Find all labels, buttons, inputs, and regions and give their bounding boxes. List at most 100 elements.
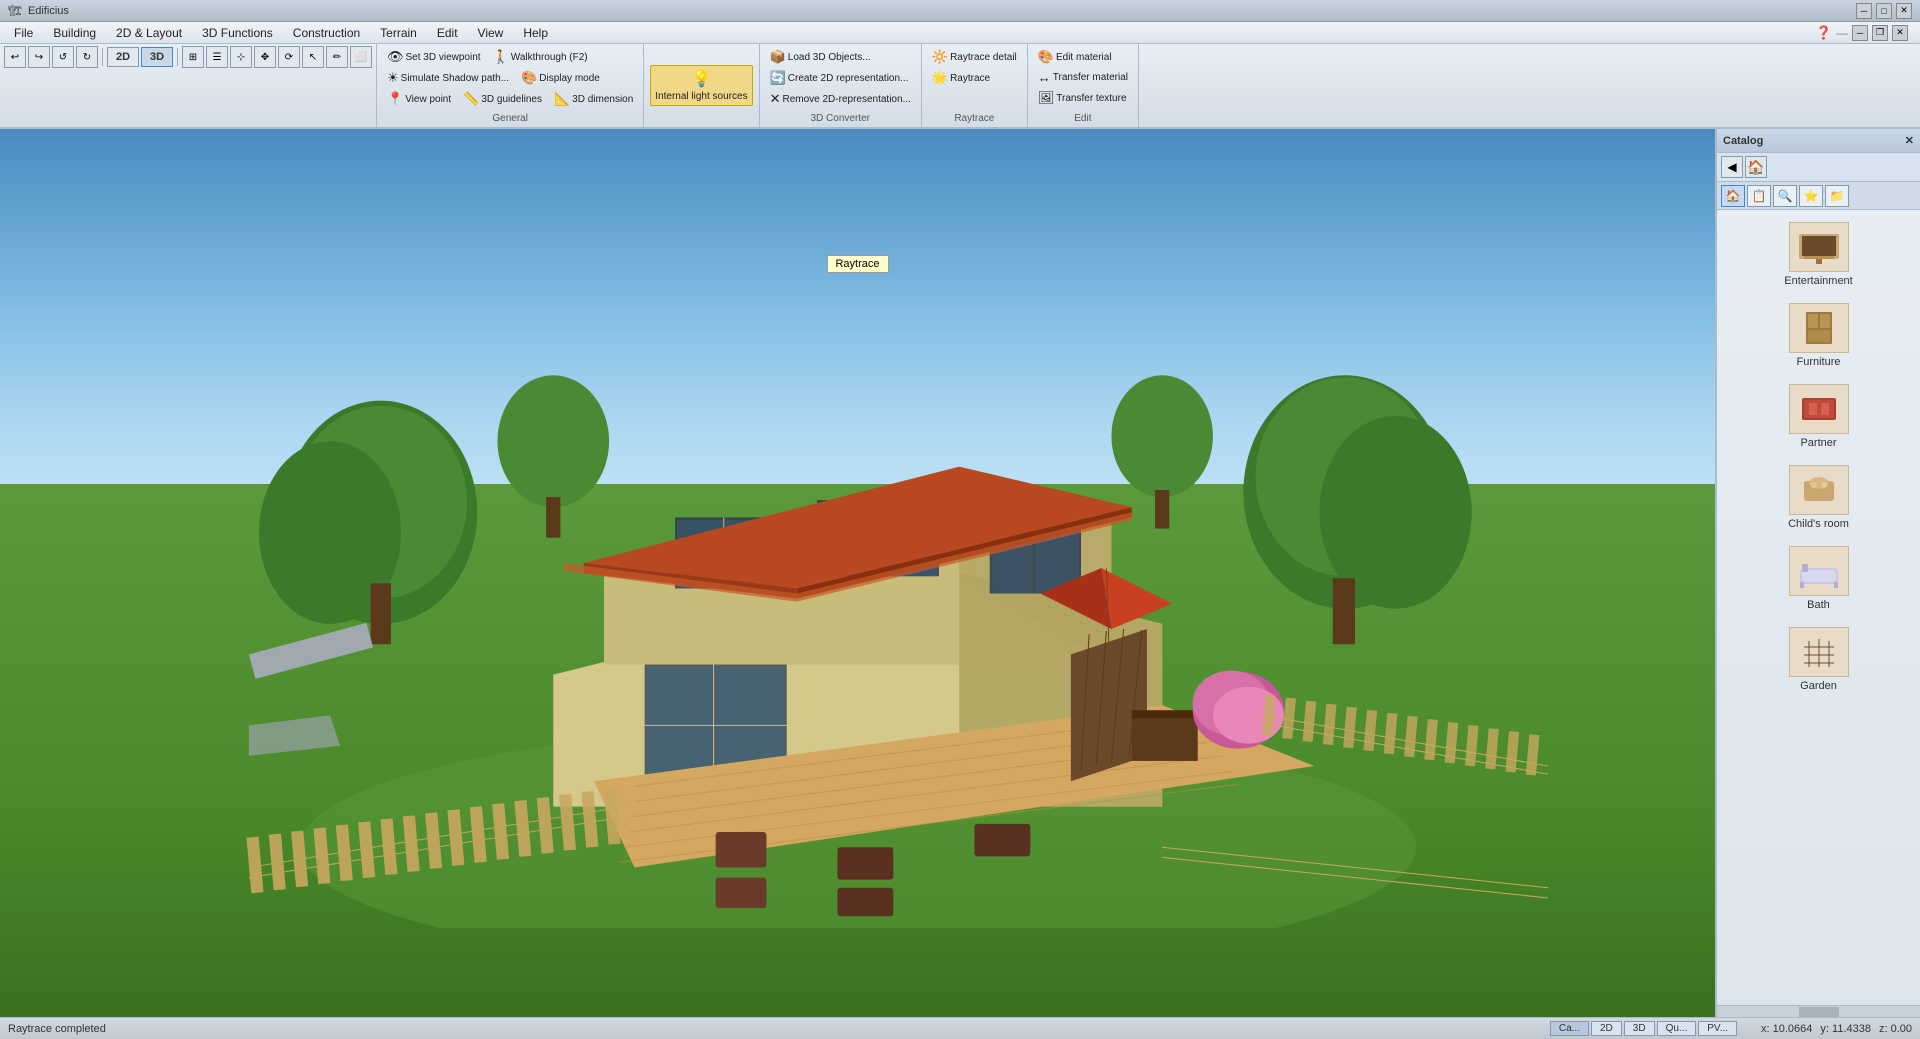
catalog-scrollbar[interactable] [1717, 1005, 1920, 1017]
general-section-title: General [383, 112, 637, 124]
catalog-tab-0[interactable]: 🏠 [1721, 185, 1745, 207]
edit-section-title: Edit [1034, 112, 1132, 124]
menu-terrain[interactable]: Terrain [370, 22, 427, 44]
remove-2d-repr-btn[interactable]: ✕ Remove 2D-representation... [766, 89, 915, 109]
list-view-btn[interactable]: ☰ [206, 46, 228, 68]
catalog-tab-1[interactable]: 📋 [1747, 185, 1771, 207]
menu-separator: — [1836, 26, 1848, 40]
tab-qu[interactable]: Qu... [1657, 1021, 1697, 1036]
viewpoint-icon: 👁 [387, 49, 404, 65]
undo-button[interactable]: ↺ [52, 46, 74, 68]
catalog-back-btn[interactable]: ◀ [1721, 156, 1743, 178]
set-3d-viewpoint-btn[interactable]: 👁 Set 3D viewpoint [383, 47, 485, 67]
pencil-btn[interactable]: ✏ [326, 46, 348, 68]
raytrace-detail-btn[interactable]: 🔆 Raytrace detail [928, 47, 1021, 67]
toolbar-raytrace: 🔆 Raytrace detail 🌟 Raytrace Raytrace [922, 44, 1028, 127]
select-btn[interactable]: ⊹ [230, 46, 252, 68]
menu-view[interactable]: View [468, 22, 514, 44]
eraser-btn[interactable]: ⬜ [350, 46, 372, 68]
menu-help[interactable]: Help [513, 22, 558, 44]
tab-3d[interactable]: 3D [1624, 1021, 1655, 1036]
maximize-button[interactable]: □ [1876, 3, 1892, 19]
create-2d-icon: 🔄 [770, 70, 786, 86]
dimension-icon: 📐 [554, 91, 570, 107]
remove-2d-icon: ✕ [770, 91, 781, 107]
rotate-btn[interactable]: ⟳ [278, 46, 300, 68]
bath-icon [1789, 546, 1849, 596]
load-3d-icon: 📦 [770, 49, 786, 65]
2d-toggle[interactable]: 2D [107, 47, 139, 67]
3d-dimension-btn[interactable]: 📐 3D dimension [550, 89, 637, 109]
menu-construction[interactable]: Construction [283, 22, 370, 44]
move-btn[interactable]: ✥ [254, 46, 276, 68]
furniture-icon [1789, 303, 1849, 353]
win-restore[interactable]: ❐ [1872, 25, 1888, 41]
partner-icon [1789, 384, 1849, 434]
menu-file[interactable]: File [4, 22, 43, 44]
vp-icon: 📍 [387, 91, 403, 107]
back-button[interactable]: ↩ [4, 46, 26, 68]
transfer-texture-btn[interactable]: 🖼 Transfer texture [1034, 88, 1132, 108]
catalog-tab-4[interactable]: 📁 [1825, 185, 1849, 207]
internal-light-sources-btn[interactable]: 💡 Internal light sources [650, 65, 752, 106]
toolbar-general: 👁 Set 3D viewpoint 🚶 Walkthrough (F2) ☀ … [377, 44, 644, 127]
raytrace-btn[interactable]: 🌟 Raytrace [928, 68, 1021, 88]
walkthrough-btn[interactable]: 🚶 Walkthrough (F2) [489, 47, 592, 67]
main-content: Raytrace [0, 129, 1920, 1017]
win-minimize[interactable]: ─ [1852, 25, 1868, 41]
edit-material-icon: 🎨 [1038, 49, 1054, 65]
entertainment-icon [1789, 222, 1849, 272]
right-panel: Catalog ✕ ◀ 🏠 🏠 📋 🔍 ⭐ 📁 [1715, 129, 1920, 1017]
toolbar-3d-converter: 📦 Load 3D Objects... 🔄 Create 2D represe… [760, 44, 922, 127]
tab-catalog[interactable]: Ca... [1550, 1021, 1589, 1036]
transfer-texture-label: Transfer texture [1056, 93, 1126, 104]
menu-2dlayout[interactable]: 2D & Layout [106, 22, 192, 44]
guidelines-icon: 📏 [463, 91, 479, 107]
create-2d-repr-btn[interactable]: 🔄 Create 2D representation... [766, 68, 915, 88]
transfer-material-icon: ↔ [1038, 70, 1051, 85]
catalog-item-partner[interactable]: Partner [1725, 380, 1912, 453]
grid-view-btn[interactable]: ⊞ [182, 46, 204, 68]
menu-edit[interactable]: Edit [427, 22, 468, 44]
transfer-material-btn[interactable]: ↔ Transfer material [1034, 68, 1132, 87]
catalog-item-garden[interactable]: Garden [1725, 623, 1912, 696]
remove-2d-label: Remove 2D-representation... [782, 94, 910, 105]
menu-3dfunctions[interactable]: 3D Functions [192, 22, 283, 44]
simulate-shadow-btn[interactable]: ☀ Simulate Shadow path... [383, 68, 513, 88]
redo-button[interactable]: ↻ [76, 46, 98, 68]
catalog-item-furniture[interactable]: Furniture [1725, 299, 1912, 372]
catalog-item-childs-room[interactable]: Child's room [1725, 461, 1912, 534]
catalog-item-entertainment[interactable]: Entertainment [1725, 218, 1912, 291]
display-mode-btn[interactable]: 🎨 Display mode [517, 68, 604, 88]
guidelines-label: 3D guidelines [481, 94, 542, 105]
viewport[interactable]: Raytrace [0, 129, 1715, 1017]
help-icon: ❓ [1816, 25, 1832, 41]
catalog-home-btn[interactable]: 🏠 [1745, 156, 1767, 178]
coord-y: y: 11.4338 [1820, 1023, 1871, 1035]
win-close[interactable]: ✕ [1892, 25, 1908, 41]
garden-label: Garden [1800, 680, 1837, 692]
catalog-item-bath[interactable]: Bath [1725, 542, 1912, 615]
light-sources-label: Internal light sources [655, 91, 747, 103]
catalog-tab-3[interactable]: ⭐ [1799, 185, 1823, 207]
menu-building[interactable]: Building [43, 22, 106, 44]
catalog-tab-2[interactable]: 🔍 [1773, 185, 1797, 207]
fwd-button[interactable]: ↪ [28, 46, 50, 68]
catalog-title: Catalog [1723, 135, 1763, 147]
furniture-label: Furniture [1796, 356, 1840, 368]
edit-material-btn[interactable]: 🎨 Edit material [1034, 47, 1132, 67]
close-button[interactable]: ✕ [1896, 3, 1912, 19]
raytrace-tooltip: Raytrace [826, 255, 888, 273]
tab-pv[interactable]: PV... [1698, 1021, 1737, 1036]
view-point-btn[interactable]: 📍 View point [383, 89, 455, 109]
3d-toggle[interactable]: 3D [141, 47, 173, 67]
3d-guidelines-btn[interactable]: 📏 3D guidelines [459, 89, 546, 109]
title-bar-controls[interactable]: ─ □ ✕ [1856, 3, 1912, 19]
cursor-btn[interactable]: ↖ [302, 46, 324, 68]
partner-label: Partner [1800, 437, 1836, 449]
load-3d-objects-btn[interactable]: 📦 Load 3D Objects... [766, 47, 915, 67]
catalog-close-icon[interactable]: ✕ [1905, 134, 1914, 147]
tab-2d[interactable]: 2D [1591, 1021, 1622, 1036]
light-sources-icon: 💡 [690, 68, 712, 90]
minimize-button[interactable]: ─ [1856, 3, 1872, 19]
